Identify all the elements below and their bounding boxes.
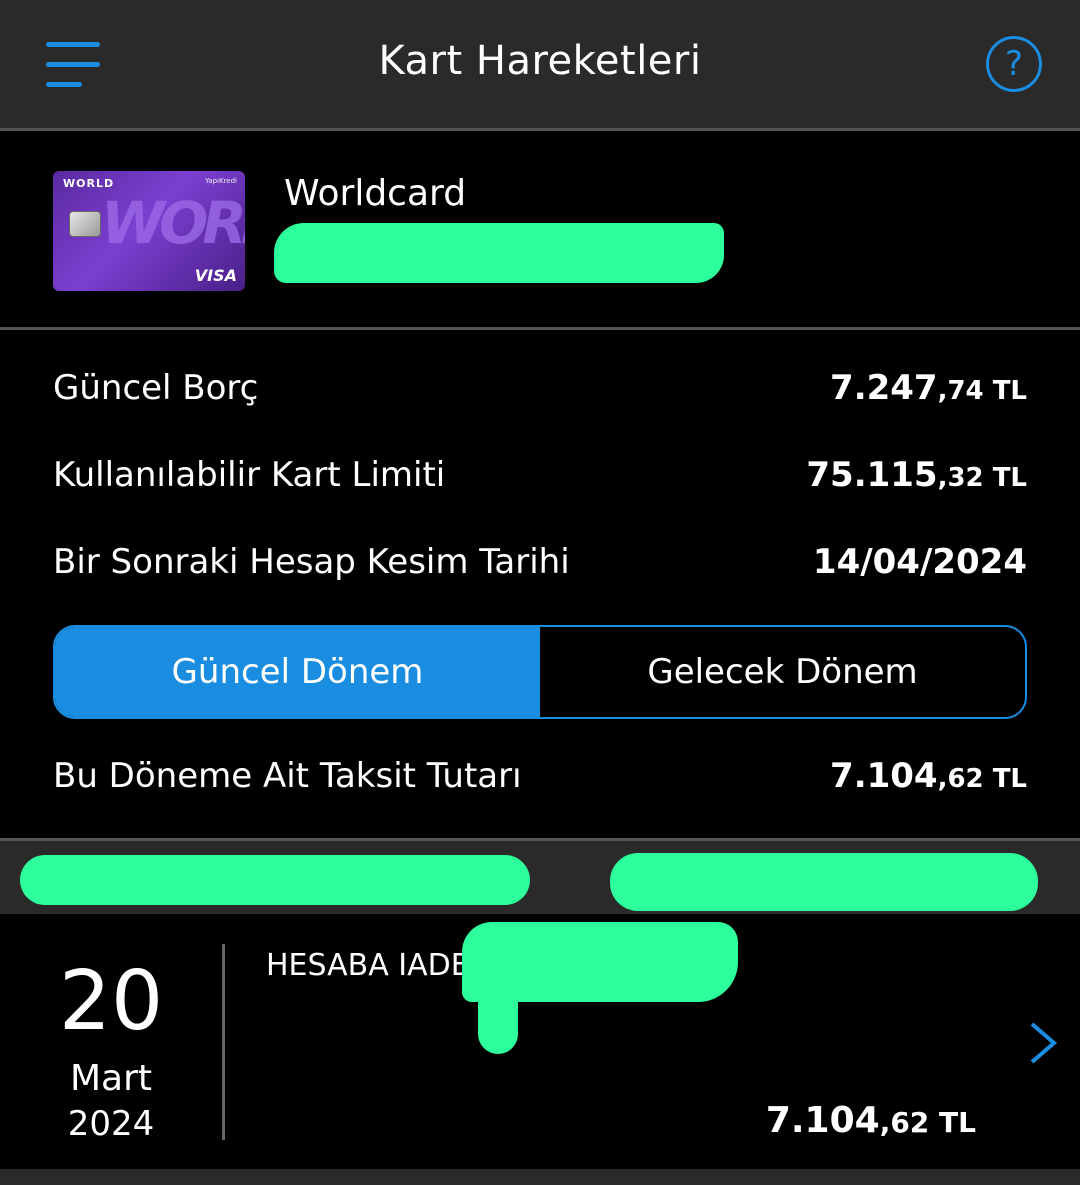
help-icon[interactable]: ? bbox=[986, 36, 1042, 92]
next-statement-label: Bir Sonraki Hesap Kesim Tarihi bbox=[53, 542, 570, 582]
installment-value: 7.104,62 TL bbox=[830, 756, 1027, 796]
card-chip-icon bbox=[69, 211, 101, 237]
card-image-brand: WORLD bbox=[63, 177, 115, 190]
card-image-world-text: WORLD bbox=[101, 189, 245, 257]
available-limit-row: Kullanılabilir Kart Limiti 75.115,32 TL bbox=[53, 455, 1027, 501]
current-debt-row: Güncel Borç 7.247,74 TL bbox=[53, 368, 1027, 414]
chevron-right-icon[interactable] bbox=[1026, 1020, 1062, 1066]
redaction-mark bbox=[478, 954, 518, 1054]
tab-future-period[interactable]: Gelecek Dönem bbox=[540, 627, 1025, 717]
card-image: WORLD WORLD YapıKredi VISA bbox=[53, 171, 245, 291]
installment-label: Bu Döneme Ait Taksit Tutarı bbox=[53, 756, 522, 796]
period-tabs: Güncel Dönem Gelecek Dönem bbox=[53, 625, 1027, 719]
transaction-day: 20 bbox=[58, 954, 164, 1049]
bottom-bar bbox=[0, 1169, 1080, 1185]
current-debt-label: Güncel Borç bbox=[53, 368, 259, 408]
available-limit-label: Kullanılabilir Kart Limiti bbox=[53, 455, 446, 495]
card-image-bank: YapıKredi bbox=[205, 177, 237, 185]
tab-current-period[interactable]: Güncel Dönem bbox=[55, 627, 540, 717]
transaction-row[interactable]: 20 Mart 2024 HESABA IADE 7.104,62 TL bbox=[0, 914, 1080, 1169]
transaction-year: 2024 bbox=[67, 1104, 155, 1144]
card-name: Worldcard bbox=[284, 173, 467, 214]
app-header: Kart Hareketleri ? bbox=[0, 0, 1080, 131]
next-statement-row: Bir Sonraki Hesap Kesim Tarihi 14/04/202… bbox=[53, 542, 1027, 588]
transaction-description: HESABA IADE bbox=[266, 948, 470, 983]
redaction-mark bbox=[20, 855, 530, 905]
card-number-redacted bbox=[274, 223, 724, 283]
next-statement-value: 14/04/2024 bbox=[812, 542, 1027, 582]
installment-row: Bu Döneme Ait Taksit Tutarı 7.104,62 TL bbox=[53, 756, 1027, 802]
transaction-amount: 7.104,62 TL bbox=[765, 1100, 976, 1141]
page-title: Kart Hareketleri bbox=[378, 38, 702, 84]
redaction-mark bbox=[610, 853, 1038, 911]
date-divider bbox=[222, 944, 225, 1140]
card-info: WORLD WORLD YapıKredi VISA Worldcard bbox=[0, 131, 1080, 330]
available-limit-value: 75.115,32 TL bbox=[806, 455, 1027, 495]
card-network-logo: VISA bbox=[194, 266, 237, 285]
period-header-bar bbox=[0, 838, 1080, 917]
transaction-month: Mart bbox=[69, 1058, 153, 1099]
current-debt-value: 7.247,74 TL bbox=[830, 368, 1027, 408]
